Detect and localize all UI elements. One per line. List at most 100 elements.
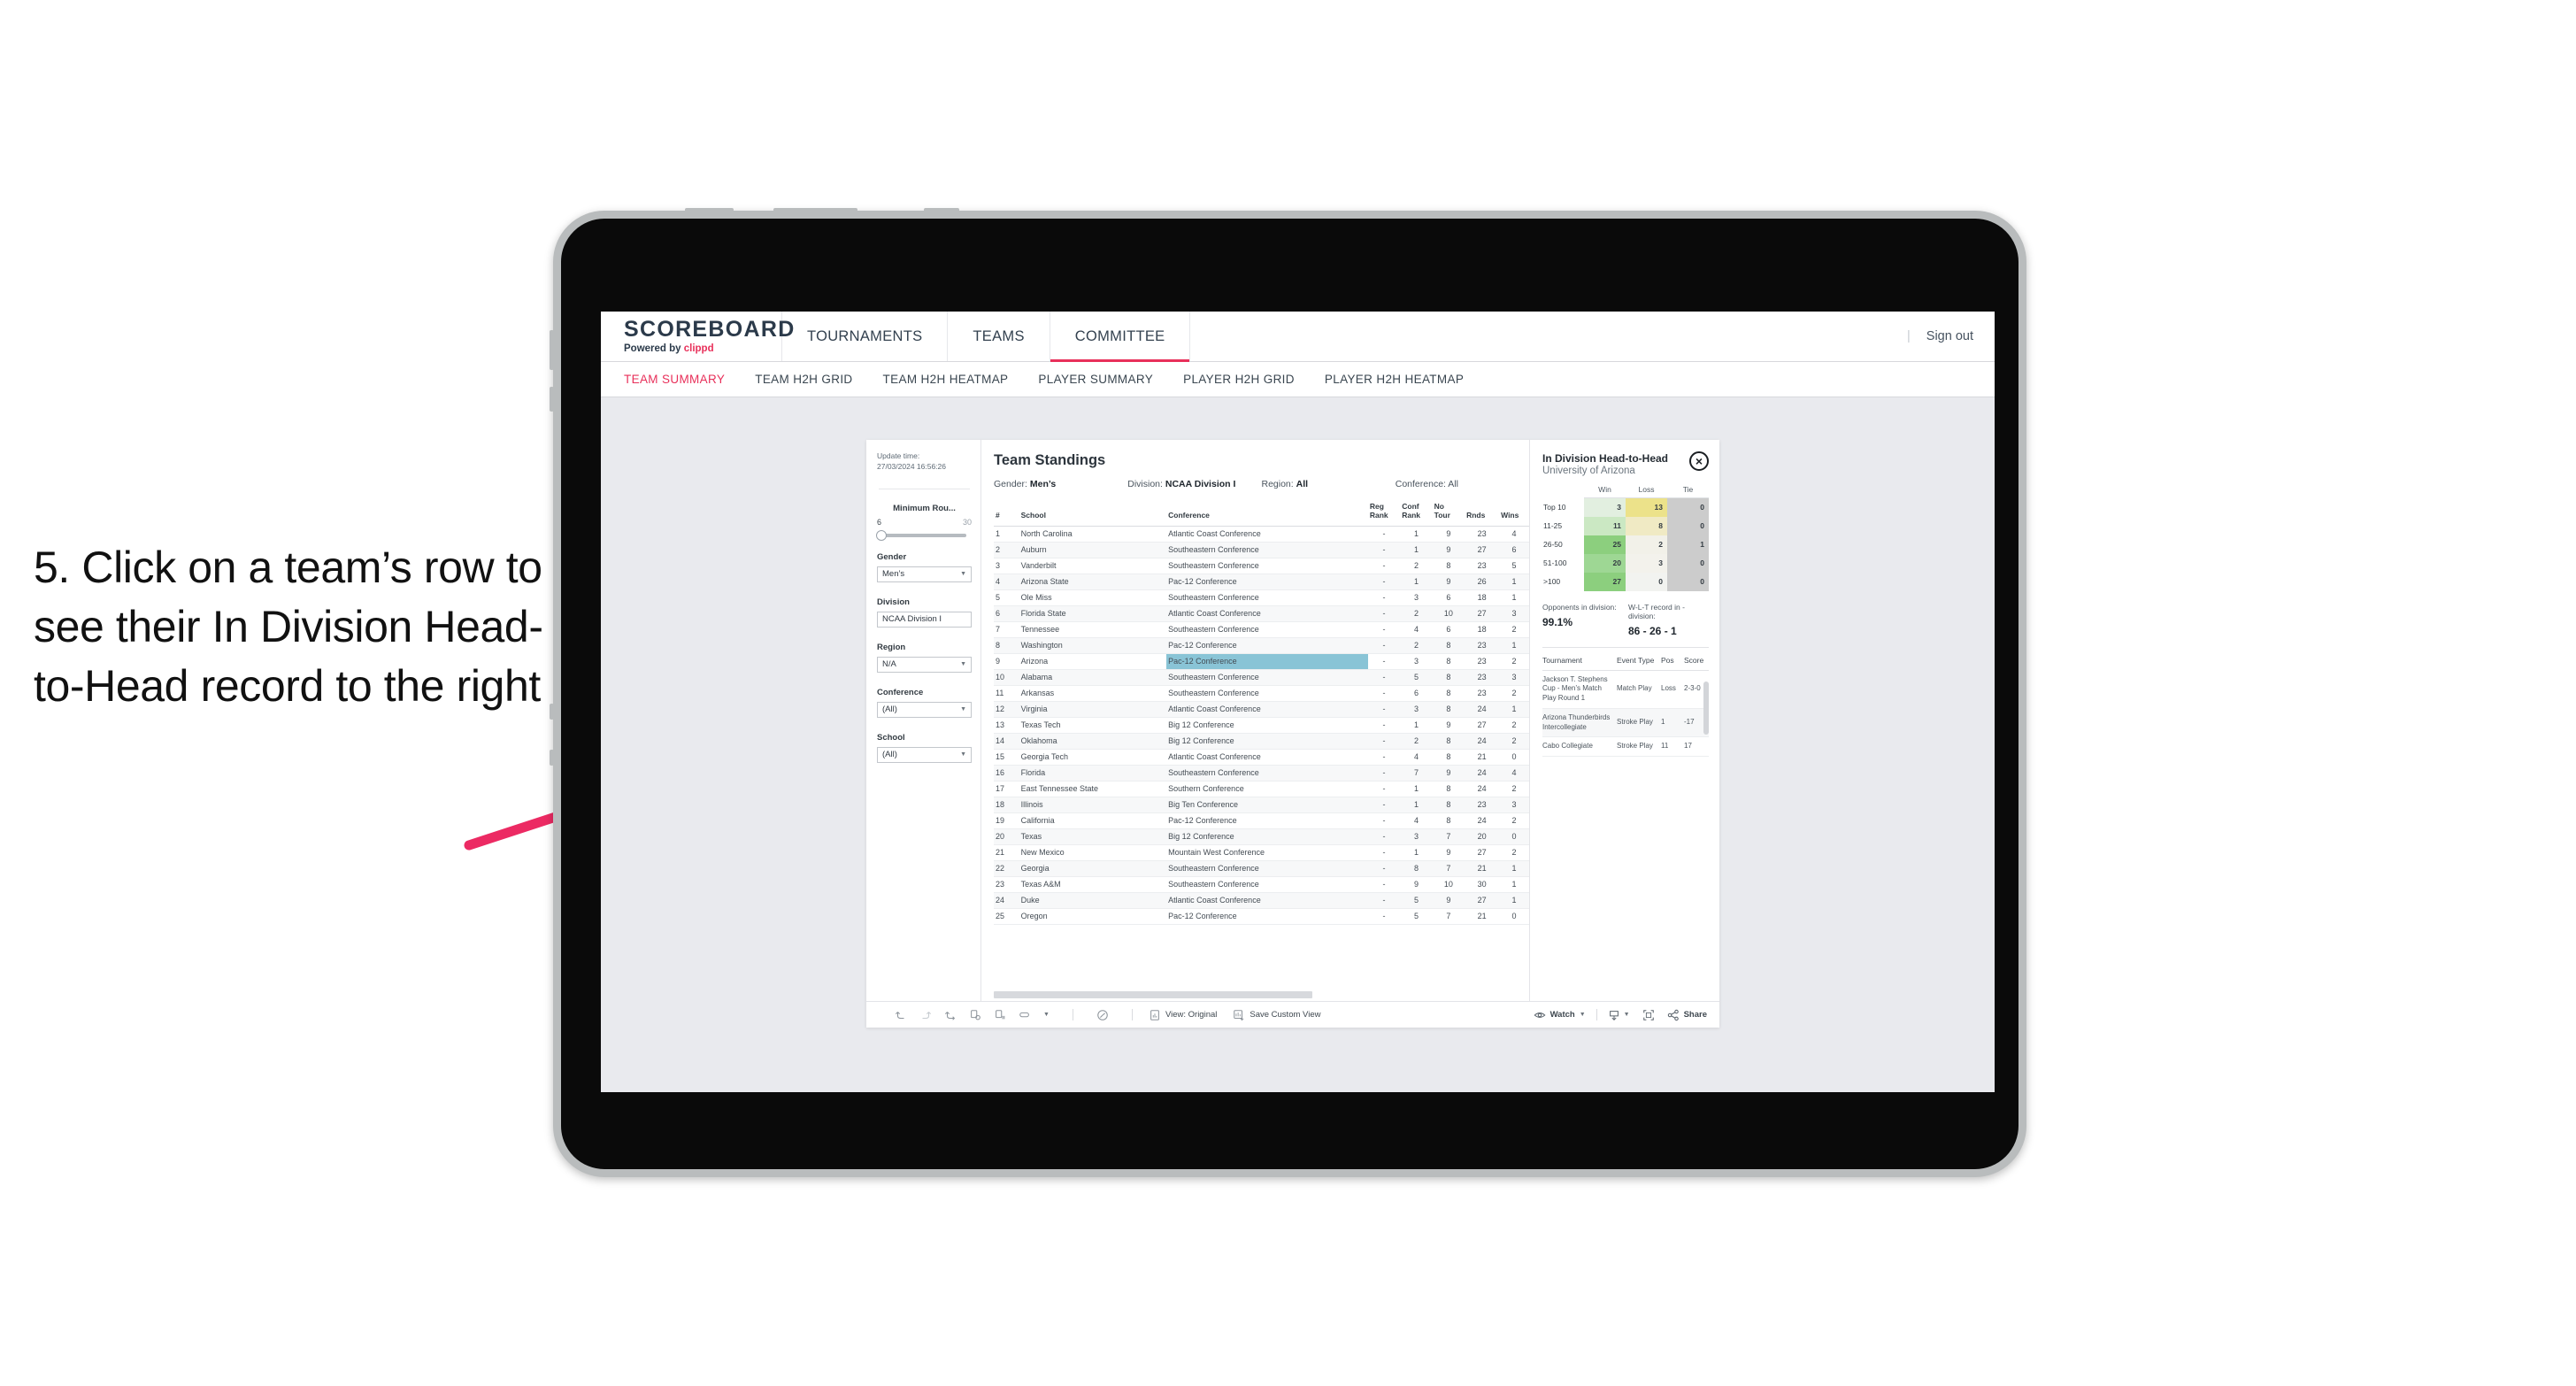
conference-cell[interactable]: Southeastern Conference: [1166, 669, 1368, 686]
school-cell[interactable]: Auburn: [1019, 542, 1167, 558]
wins-cell[interactable]: 2: [1499, 844, 1529, 861]
table-row[interactable]: 15 Georgia Tech Atlantic Coast Conference -…: [994, 749, 1529, 766]
conf-rank-cell[interactable]: 1: [1400, 781, 1433, 797]
conference-cell[interactable]: Southeastern Conference: [1166, 765, 1368, 782]
nav-item-teams[interactable]: TEAMS: [948, 312, 1050, 361]
reg-rank-cell[interactable]: -: [1367, 733, 1401, 750]
school-cell[interactable]: Texas A&M: [1019, 876, 1167, 893]
nav-item-committee[interactable]: COMMITTEE: [1050, 312, 1191, 362]
rnds-cell[interactable]: 18: [1465, 621, 1500, 638]
reg-rank-cell[interactable]: -: [1367, 908, 1401, 925]
reg-rank-cell[interactable]: -: [1367, 542, 1401, 558]
conference-cell[interactable]: Pac-12 Conference: [1166, 908, 1368, 925]
conference-cell[interactable]: Pac-12 Conference: [1166, 653, 1368, 670]
school-cell[interactable]: North Carolina: [1019, 526, 1167, 543]
conference-cell[interactable]: Atlantic Coast Conference: [1166, 749, 1368, 766]
wins-cell[interactable]: 2: [1499, 781, 1529, 797]
rnds-cell[interactable]: 24: [1465, 765, 1500, 782]
conference-cell[interactable]: Atlantic Coast Conference: [1166, 605, 1368, 622]
col-rnds[interactable]: Rnds: [1465, 500, 1500, 527]
reg-rank-cell[interactable]: -: [1367, 637, 1401, 654]
rnds-cell[interactable]: 27: [1465, 844, 1500, 861]
reg-rank-cell[interactable]: -: [1367, 765, 1401, 782]
rnds-cell[interactable]: 26: [1465, 574, 1500, 590]
no-tour-cell[interactable]: 8: [1432, 685, 1465, 702]
conference-cell[interactable]: Southeastern Conference: [1166, 542, 1368, 558]
rank-cell[interactable]: 20: [994, 828, 1019, 845]
wins-cell[interactable]: 2: [1499, 685, 1529, 702]
table-row[interactable]: 12 Virginia Atlantic Coast Conference -3 8 24…: [994, 701, 1529, 718]
rank-cell[interactable]: 5: [994, 589, 1019, 606]
col-reg-rank[interactable]: Reg Rank: [1367, 500, 1401, 527]
revert-icon[interactable]: [944, 1009, 957, 1021]
tab-player-h2h-grid[interactable]: PLAYER H2H GRID: [1183, 373, 1295, 386]
rank-cell[interactable]: 14: [994, 733, 1019, 750]
reg-rank-cell[interactable]: -: [1367, 621, 1401, 638]
reg-rank-cell[interactable]: -: [1367, 892, 1401, 909]
rnds-cell[interactable]: 27: [1465, 605, 1500, 622]
no-tour-cell[interactable]: 8: [1432, 637, 1465, 654]
school-cell[interactable]: Duke: [1019, 892, 1167, 909]
conf-rank-cell[interactable]: 4: [1400, 812, 1433, 829]
school-cell[interactable]: New Mexico: [1019, 844, 1167, 861]
conference-cell[interactable]: Southeastern Conference: [1166, 876, 1368, 893]
conf-rank-cell[interactable]: 8: [1400, 860, 1433, 877]
no-tour-cell[interactable]: 7: [1432, 908, 1465, 925]
reg-rank-cell[interactable]: -: [1367, 844, 1401, 861]
table-row[interactable]: 8 Washington Pac-12 Conference -2 8 23 1: [994, 637, 1529, 654]
conference-cell[interactable]: Mountain West Conference: [1166, 844, 1368, 861]
rnds-cell[interactable]: 23: [1465, 685, 1500, 702]
no-tour-cell[interactable]: 9: [1432, 574, 1465, 590]
rank-cell[interactable]: 1: [994, 526, 1019, 543]
conference-cell[interactable]: Southern Conference: [1166, 781, 1368, 797]
table-row[interactable]: 6 Florida State Atlantic Coast Conference -…: [994, 605, 1529, 622]
conference-cell[interactable]: Southeastern Conference: [1166, 621, 1368, 638]
conf-rank-cell[interactable]: 2: [1400, 733, 1433, 750]
rnds-cell[interactable]: 21: [1465, 749, 1500, 766]
save-custom-view-button[interactable]: Save Custom View: [1233, 1009, 1320, 1021]
school-cell[interactable]: Florida: [1019, 765, 1167, 782]
conference-cell[interactable]: Pac-12 Conference: [1166, 637, 1368, 654]
redo-icon[interactable]: [919, 1009, 932, 1021]
rank-cell[interactable]: 22: [994, 860, 1019, 877]
division-select[interactable]: NCAA Division I: [877, 611, 972, 628]
minimum-rounds-slider[interactable]: [876, 529, 966, 541]
conf-rank-cell[interactable]: 1: [1400, 717, 1433, 734]
tcol-event-type[interactable]: Event Type: [1617, 649, 1661, 671]
wins-cell[interactable]: 4: [1499, 526, 1529, 543]
reg-rank-cell[interactable]: -: [1367, 797, 1401, 813]
rnds-cell[interactable]: 30: [1465, 876, 1500, 893]
conf-rank-cell[interactable]: 4: [1400, 621, 1433, 638]
table-row[interactable]: 11 Arkansas Southeastern Conference -6 8 23 2: [994, 685, 1529, 702]
conference-cell[interactable]: Southeastern Conference: [1166, 558, 1368, 574]
rnds-cell[interactable]: 20: [1465, 828, 1500, 845]
rank-cell[interactable]: 4: [994, 574, 1019, 590]
conference-select[interactable]: (All) ▼: [877, 701, 972, 718]
col-conf-rank[interactable]: Conf Rank: [1400, 500, 1433, 527]
conf-rank-cell[interactable]: 2: [1400, 605, 1433, 622]
reg-rank-cell[interactable]: -: [1367, 828, 1401, 845]
wins-cell[interactable]: 2: [1499, 653, 1529, 670]
school-cell[interactable]: Texas: [1019, 828, 1167, 845]
wins-cell[interactable]: 2: [1499, 717, 1529, 734]
rnds-cell[interactable]: 23: [1465, 797, 1500, 813]
table-row[interactable]: 7 Tennessee Southeastern Conference -4 6 18 2: [994, 621, 1529, 638]
table-row[interactable]: 19 California Pac-12 Conference -4 8 24 2: [994, 812, 1529, 829]
conference-cell[interactable]: Pac-12 Conference: [1166, 812, 1368, 829]
rank-cell[interactable]: 10: [994, 669, 1019, 686]
rnds-cell[interactable]: 23: [1465, 558, 1500, 574]
rank-cell[interactable]: 24: [994, 892, 1019, 909]
reg-rank-cell[interactable]: -: [1367, 558, 1401, 574]
no-tour-cell[interactable]: 8: [1432, 653, 1465, 670]
device-layout-icon[interactable]: [1019, 1009, 1031, 1021]
rank-cell[interactable]: 2: [994, 542, 1019, 558]
refresh-data-icon[interactable]: [969, 1009, 981, 1021]
no-tour-cell[interactable]: 8: [1432, 733, 1465, 750]
rank-cell[interactable]: 6: [994, 605, 1019, 622]
no-tour-cell[interactable]: 8: [1432, 701, 1465, 718]
rank-cell[interactable]: 11: [994, 685, 1019, 702]
reg-rank-cell[interactable]: -: [1367, 860, 1401, 877]
wins-cell[interactable]: 2: [1499, 733, 1529, 750]
rank-cell[interactable]: 15: [994, 749, 1019, 766]
rnds-cell[interactable]: 21: [1465, 860, 1500, 877]
